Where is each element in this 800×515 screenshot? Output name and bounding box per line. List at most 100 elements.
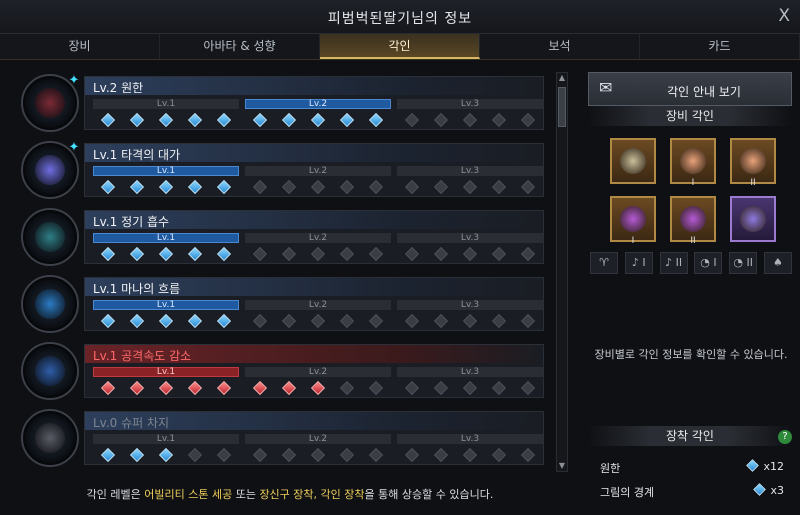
scroll-down-icon[interactable]: ▼: [557, 461, 567, 471]
gem-icon: [281, 313, 296, 329]
accessory-icon: [620, 148, 646, 174]
equip-filter-button[interactable]: ♪ I: [624, 252, 653, 274]
gem-icon: [310, 313, 326, 329]
level-bar: Lv.1: [93, 166, 239, 176]
gem-icon: [369, 380, 384, 396]
engraving-row[interactable]: Lv.1 정기 흡수 Lv.1 Lv.2 Lv.3: [18, 206, 546, 268]
gem-icon: [252, 313, 267, 329]
gem-row: [245, 380, 391, 396]
gem-icon: [100, 313, 115, 329]
mounted-engraving-title: 장착 각인: [588, 426, 792, 446]
footer-text: 을 통해 상승할 수 있습니다.: [364, 488, 494, 501]
engraving-row[interactable]: Lv.1 공격속도 감소 Lv.1 Lv.2 Lv.3: [18, 340, 546, 402]
scroll-up-icon[interactable]: ▲: [557, 73, 567, 83]
tab-cards[interactable]: 카드: [640, 34, 800, 59]
gem-icon: [753, 483, 767, 496]
engraving-row[interactable]: ✦ Lv.2 원한 Lv.1 Lv.2 Lv.3: [18, 72, 546, 134]
level-bar: Lv.3: [397, 166, 543, 176]
gem-row: [397, 313, 543, 329]
gem-icon: [252, 179, 267, 195]
footer-hint: 각인 레벨은 어빌리티 스톤 세공 또는 장신구 장착, 각인 장착을 통해 상…: [0, 486, 580, 502]
engraving-panel: Lv.0 슈퍼 차지 Lv.1 Lv.2 Lv.3: [84, 411, 544, 465]
footer-highlight-equip: 장신구 장착, 각인 장착: [259, 488, 365, 501]
equip-filter-bar: ♈ ♪ I ♪ II ◔ I ◔ II ♠: [590, 252, 792, 274]
gem-icon: [521, 380, 536, 396]
equip-filter-button[interactable]: ◔ I: [694, 252, 723, 274]
equip-slot[interactable]: II: [730, 138, 776, 188]
equip-slot[interactable]: [610, 138, 656, 184]
gem-row: [397, 179, 543, 195]
gem-icon: [433, 313, 448, 329]
level-bar: Lv.2: [245, 233, 391, 243]
level-bar: Lv.1: [93, 233, 239, 243]
gem-row: [93, 380, 239, 396]
gem-icon: [404, 313, 419, 329]
gem-row: [93, 112, 239, 128]
slot-number: II: [690, 236, 696, 246]
gem-icon: [369, 112, 384, 128]
gem-icon: [158, 447, 174, 463]
gem-icon: [188, 179, 203, 195]
gem-icon: [492, 246, 507, 262]
level-bar: Lv.2: [245, 434, 391, 444]
engraving-panel: Lv.1 마나의 흐름 Lv.1 Lv.2 Lv.3: [84, 277, 544, 331]
gem-icon: [340, 447, 355, 463]
gem-icon: [462, 380, 478, 396]
book-icon: ✉: [599, 78, 613, 97]
mounted-name: 그림의 경계: [600, 486, 655, 499]
gem-icon: [492, 380, 507, 396]
gem-icon: [492, 112, 507, 128]
footer-text: 각인 레벨은: [86, 488, 145, 501]
equip-slot[interactable]: I: [610, 196, 656, 246]
equip-filter-button[interactable]: ♠: [763, 252, 792, 274]
equip-filter-button[interactable]: ◔ II: [729, 252, 758, 274]
equip-filter-button[interactable]: ♪ II: [659, 252, 688, 274]
close-icon[interactable]: X: [778, 6, 790, 26]
help-icon[interactable]: ?: [778, 430, 792, 444]
gem-icon: [217, 112, 232, 128]
tab-avatar[interactable]: 아바타 & 성향: [160, 34, 320, 59]
engraving-row[interactable]: Lv.0 슈퍼 차지 Lv.1 Lv.2 Lv.3: [18, 407, 546, 469]
gem-icon: [310, 246, 326, 262]
equip-slot[interactable]: II: [670, 196, 716, 246]
gem-row: [397, 112, 543, 128]
gem-icon: [188, 246, 203, 262]
gem-icon: [281, 447, 296, 463]
gem-icon: [340, 313, 355, 329]
equip-filter-button[interactable]: ♈: [590, 252, 618, 274]
tab-bar: 장비 아바타 & 성향 각인 보석 카드: [0, 34, 800, 60]
engraving-name: Lv.1 공격속도 감소: [93, 349, 192, 363]
engraving-guide-button[interactable]: ✉ 각인 안내 보기: [588, 72, 792, 106]
tab-engraving[interactable]: 각인: [320, 34, 480, 59]
level-bar: Lv.2: [245, 300, 391, 310]
gem-icon: [340, 179, 355, 195]
gem-icon: [100, 246, 115, 262]
slot-number: II: [750, 178, 756, 188]
window-titlebar: 피범벅된딸기님의 정보 X: [0, 0, 800, 34]
gem-icon: [404, 246, 419, 262]
engraving-name: Lv.1 마나의 흐름: [93, 282, 181, 296]
gem-icon: [252, 112, 267, 128]
level-bar: Lv.1: [93, 99, 239, 109]
engraving-row[interactable]: ✦ Lv.1 타격의 대가 Lv.1 Lv.2 Lv.3: [18, 139, 546, 201]
gem-icon: [404, 112, 419, 128]
equip-slot[interactable]: [730, 196, 776, 242]
gem-icon: [369, 179, 384, 195]
scroll-thumb[interactable]: [558, 87, 566, 127]
engraving-row[interactable]: Lv.1 마나의 흐름 Lv.1 Lv.2 Lv.3: [18, 273, 546, 335]
gem-icon: [188, 112, 203, 128]
tab-equipment[interactable]: 장비: [0, 34, 160, 59]
equip-engraving-title: 장비 각인: [588, 106, 792, 126]
mounted-value: x3: [770, 484, 784, 497]
level-bar: Lv.3: [397, 99, 543, 109]
gem-icon: [217, 313, 232, 329]
tab-gems[interactable]: 보석: [480, 34, 640, 59]
equip-slot[interactable]: I: [670, 138, 716, 188]
gem-row: [397, 447, 543, 463]
gem-icon: [129, 313, 144, 329]
gem-row: [245, 447, 391, 463]
gem-icon: [129, 380, 144, 396]
list-scrollbar[interactable]: ▲ ▼: [556, 72, 568, 472]
level-bar: Lv.1: [93, 300, 239, 310]
gem-row: [245, 112, 391, 128]
